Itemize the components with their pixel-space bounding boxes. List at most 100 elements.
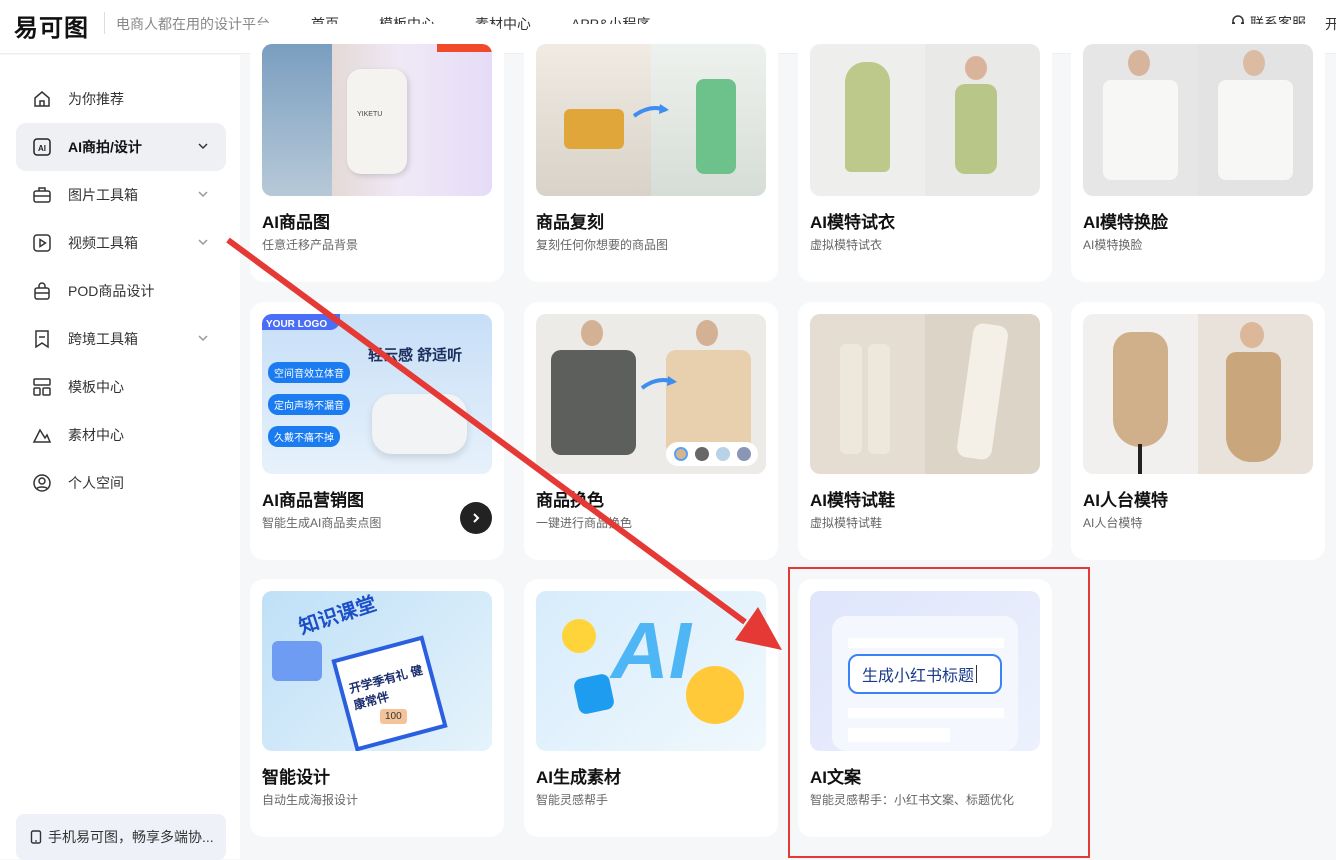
bottle-brand-text: YIKETU bbox=[357, 111, 383, 118]
blue-book bbox=[272, 641, 322, 681]
editor-panel: 生成小红书标题 bbox=[832, 616, 1018, 751]
female-head bbox=[1243, 50, 1265, 76]
mobile-app-promo[interactable]: 手机易可图，畅享多端协... bbox=[16, 814, 226, 860]
card-desc: 智能生成AI商品卖点图 bbox=[262, 516, 382, 530]
corner-badge bbox=[437, 44, 492, 52]
card-thumbnail: 生成小红书标题 bbox=[810, 591, 1040, 751]
bottle-image: YIKETU bbox=[347, 69, 407, 174]
card-thumbnail: AI bbox=[536, 591, 766, 751]
card-ai-copywriting[interactable]: 生成小红书标题 AI文案 智能灵感帮手：小红书文案、标题优化 bbox=[798, 579, 1052, 837]
card-desc: 自动生成海报设计 bbox=[262, 793, 359, 807]
card-desc: 任意迁移产品背景 bbox=[262, 238, 359, 252]
logo-badge-text: YOUR LOGO bbox=[266, 319, 328, 330]
card-thumbnail: YOUR LOGO 轻云感 舒适听 空间音效立体音 定向声场不漏音 久戴不痛不掉 bbox=[262, 314, 492, 474]
green-bottle bbox=[696, 79, 736, 174]
card-ai-product-image[interactable]: YIKETU AI商品图 任意迁移产品背景 bbox=[250, 24, 504, 282]
card-desc: 虚拟模特试鞋 bbox=[810, 516, 883, 530]
feature-tag: 久戴不痛不掉 bbox=[268, 426, 340, 447]
wink-emoji-icon bbox=[686, 666, 744, 724]
sidebar-item-recommend[interactable]: 为你推荐 bbox=[16, 75, 226, 123]
white-tshirt bbox=[1218, 80, 1293, 180]
card-product-recolor[interactable]: 商品换色 一键进行商品换色 bbox=[524, 302, 778, 560]
copy-input[interactable]: 生成小红书标题 bbox=[848, 654, 1002, 694]
sidebar-item-personal[interactable]: 个人空间 bbox=[16, 459, 226, 507]
chevron-down-icon bbox=[198, 191, 208, 198]
gray-sweater bbox=[551, 350, 636, 455]
model-boots bbox=[955, 322, 1010, 461]
logo-badge: YOUR LOGO bbox=[262, 314, 340, 330]
card-thumbnail bbox=[810, 44, 1040, 196]
header-cut-text[interactable]: 开 bbox=[1325, 14, 1336, 34]
model-head bbox=[696, 320, 718, 346]
header-divider bbox=[104, 12, 105, 34]
sidebar-item-label: 为你推荐 bbox=[68, 91, 124, 107]
boot-left bbox=[840, 344, 862, 454]
card-smart-design[interactable]: 知识课堂 开学季有礼 健康常伴 100 智能设计 自动生成海报设计 bbox=[250, 579, 504, 837]
boot-right bbox=[868, 344, 890, 454]
bookmark-icon bbox=[32, 329, 52, 349]
laugh-emoji-icon bbox=[562, 619, 596, 653]
card-desc: 智能灵感帮手：小红书文案、标题优化 bbox=[810, 793, 1015, 807]
feature-tag: 空间音效立体音 bbox=[268, 362, 350, 383]
card-ai-shoe-tryon[interactable]: AI模特试鞋 虚拟模特试鞋 bbox=[798, 302, 1052, 560]
video-icon bbox=[32, 233, 52, 253]
marketing-headline: 轻云感 舒适听 bbox=[368, 347, 463, 364]
card-thumbnail: 知识课堂 开学季有礼 健康常伴 100 bbox=[262, 591, 492, 751]
card-desc: 复刻任何你想要的商品图 bbox=[536, 238, 669, 252]
window-backdrop bbox=[262, 44, 332, 196]
sidebar-item-label: 个人空间 bbox=[68, 475, 124, 491]
swatch-gray[interactable] bbox=[694, 447, 709, 461]
green-dress bbox=[845, 62, 890, 172]
card-desc: AI人台模特 bbox=[1083, 516, 1143, 530]
brand-logo[interactable]: 易可图 bbox=[14, 10, 89, 42]
color-swatches[interactable] bbox=[666, 442, 758, 466]
editor-line bbox=[848, 728, 950, 742]
model-dress bbox=[1226, 352, 1281, 462]
chevron-down-icon bbox=[198, 143, 208, 150]
card-ai-material[interactable]: AI AI生成素材 智能灵感帮手 bbox=[524, 579, 778, 837]
sidebar-item-image-tools[interactable]: 图片工具箱 bbox=[16, 171, 226, 219]
swatch-beige[interactable] bbox=[673, 447, 688, 461]
text-cursor bbox=[976, 665, 978, 683]
cream-jar bbox=[564, 109, 624, 149]
card-product-copy[interactable]: 商品复刻 复刻任何你想要的商品图 bbox=[524, 24, 778, 282]
sidebar-item-materials[interactable]: 素材中心 bbox=[16, 411, 226, 459]
mannequin-stand bbox=[1138, 444, 1142, 474]
sidebar-item-label: 跨境工具箱 bbox=[68, 331, 138, 347]
card-title: AI商品图 bbox=[262, 213, 330, 232]
card-desc: 一键进行商品换色 bbox=[536, 516, 633, 530]
card-title: AI文案 bbox=[810, 768, 861, 787]
sidebar-item-label: 素材中心 bbox=[68, 427, 124, 443]
sidebar-item-video-tools[interactable]: 视频工具箱 bbox=[16, 219, 226, 267]
header-slogan: 电商人都在用的设计平台 bbox=[116, 16, 270, 32]
next-button[interactable] bbox=[460, 502, 492, 534]
toolbox-icon bbox=[32, 185, 52, 205]
material-icon bbox=[32, 425, 52, 445]
card-title: 商品换色 bbox=[536, 491, 604, 510]
sidebar-item-label: POD商品设计 bbox=[68, 283, 155, 299]
svg-text:AI: AI bbox=[38, 144, 46, 153]
card-title: AI模特换脸 bbox=[1083, 213, 1168, 232]
sidebar-item-templates[interactable]: 模板中心 bbox=[16, 363, 226, 411]
boots-image bbox=[810, 314, 925, 474]
swatch-lightblue[interactable] bbox=[715, 447, 730, 461]
home-icon bbox=[32, 89, 52, 109]
dress-image bbox=[810, 44, 925, 196]
sidebar-item-pod[interactable]: POD商品设计 bbox=[16, 267, 226, 315]
sidebar: 为你推荐 AI AI商拍/设计 图片工具箱 视频工具箱 POD商品设计 跨境工具… bbox=[0, 55, 240, 860]
card-ai-model-tryon[interactable]: AI模特试衣 虚拟模特试衣 bbox=[798, 24, 1052, 282]
sidebar-item-ai-design[interactable]: AI AI商拍/设计 bbox=[16, 123, 226, 171]
model-dress bbox=[955, 84, 997, 174]
poster-title: 知识课堂 bbox=[296, 593, 380, 639]
swatch-slate[interactable] bbox=[736, 447, 751, 461]
bag-icon bbox=[32, 281, 52, 301]
sidebar-item-crossborder[interactable]: 跨境工具箱 bbox=[16, 315, 226, 363]
phone-icon bbox=[30, 830, 42, 844]
male-head bbox=[1128, 50, 1150, 76]
card-thumbnail bbox=[1083, 314, 1313, 474]
card-ai-mannequin[interactable]: AI人台模特 AI人台模特 bbox=[1071, 302, 1325, 560]
card-ai-face-swap[interactable]: AI模特换脸 AI模特换脸 bbox=[1071, 24, 1325, 282]
sidebar-item-label: 图片工具箱 bbox=[68, 187, 138, 203]
model-legs-image bbox=[925, 314, 1040, 474]
model-head bbox=[1240, 322, 1264, 348]
